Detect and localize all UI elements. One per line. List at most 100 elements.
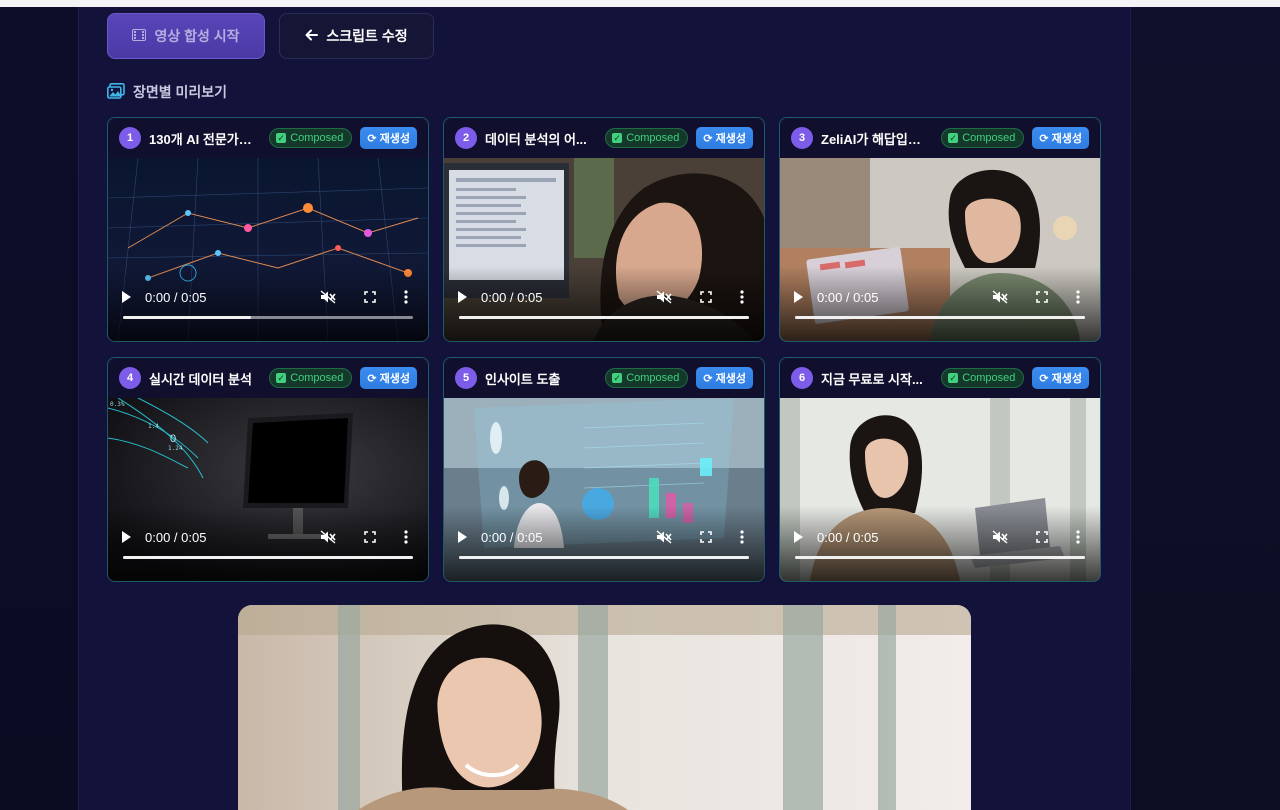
scene-card-2: 2 데이터 분석의 어... ✓ Composed ⟳ 재생성 0:00 / 0:0…: [443, 117, 765, 342]
time-display: 0:00 / 0:05: [481, 529, 543, 545]
scene-video[interactable]: 0:00 / 0:05: [444, 158, 764, 341]
more-vertical-icon[interactable]: [740, 290, 744, 304]
check-square-icon: ✓: [948, 373, 959, 383]
time-display: 0:00 / 0:05: [145, 529, 207, 545]
scene-card-1: 1 130개 AI 전문가, ... ✓ Composed ⟳ 재생성 0:00 /…: [107, 117, 429, 342]
play-icon[interactable]: [122, 531, 131, 543]
fullscreen-icon[interactable]: [700, 291, 712, 303]
status-text: Composed: [290, 132, 344, 144]
scene-video[interactable]: 0:00 / 0:05: [780, 398, 1100, 581]
fullscreen-icon[interactable]: [364, 531, 376, 543]
video-controls: 0:00 / 0:05: [780, 283, 1100, 311]
volume-mute-icon[interactable]: [656, 530, 672, 544]
progress-fill: [795, 556, 1085, 559]
right-margin: [1131, 7, 1280, 810]
regenerate-button[interactable]: ⟳ 재생성: [696, 367, 753, 389]
images-icon: [107, 82, 125, 102]
edit-script-button[interactable]: 스크립트 수정: [279, 13, 434, 59]
regenerate-label: 재생성: [715, 373, 746, 385]
progress-bar[interactable]: [459, 316, 749, 319]
play-icon[interactable]: [458, 531, 467, 543]
svg-text:1.24: 1.24: [168, 445, 183, 452]
check-square-icon: ✓: [276, 373, 287, 383]
scene-preview-heading: 장면별 미리보기: [107, 82, 227, 102]
volume-mute-icon[interactable]: [320, 290, 336, 304]
scene-card-4: 4 실시간 데이터 분석 ✓ Composed ⟳ 재생성 0.3% 1.4 1.24 …: [107, 357, 429, 582]
status-text: Composed: [962, 372, 1016, 384]
volume-mute-icon[interactable]: [992, 530, 1008, 544]
play-icon[interactable]: [794, 291, 803, 303]
scene-video[interactable]: 0:00 / 0:05: [780, 158, 1100, 341]
scene-title: 130개 AI 전문가, ...: [149, 131, 253, 147]
refresh-icon: ⟳: [367, 372, 377, 385]
scene-number: 5: [455, 367, 477, 389]
regenerate-button[interactable]: ⟳ 재생성: [360, 367, 417, 389]
scene-card-3: 3 ZeliAI가 해답입니다 ✓ Composed ⟳ 재생성 0:00 / 0:…: [779, 117, 1101, 342]
time-display: 0:00 / 0:05: [817, 289, 879, 305]
progress-bar[interactable]: [123, 316, 413, 319]
video-controls: 0:00 / 0:05: [108, 523, 428, 551]
final-video-thumbnail: [238, 605, 971, 810]
scene-video[interactable]: 0.3% 1.4 1.24 0 0:00 / 0:05: [108, 398, 428, 581]
fullscreen-icon[interactable]: [364, 291, 376, 303]
fullscreen-icon[interactable]: [1036, 531, 1048, 543]
fullscreen-icon[interactable]: [700, 531, 712, 543]
status-badge: ✓ Composed: [605, 128, 689, 148]
play-icon[interactable]: [794, 531, 803, 543]
scene-video[interactable]: 0:00 / 0:05: [108, 158, 428, 341]
more-vertical-icon[interactable]: [1076, 530, 1080, 544]
volume-mute-icon[interactable]: [656, 290, 672, 304]
more-vertical-icon[interactable]: [404, 530, 408, 544]
video-controls: 0:00 / 0:05: [444, 283, 764, 311]
progress-bar[interactable]: [123, 556, 413, 559]
scene-video[interactable]: 0:00 / 0:05: [444, 398, 764, 581]
scene-number: 2: [455, 127, 477, 149]
regenerate-label: 재생성: [379, 133, 410, 145]
status-badge: ✓ Composed: [605, 368, 689, 388]
more-vertical-icon[interactable]: [404, 290, 408, 304]
svg-text:0.3%: 0.3%: [110, 401, 125, 408]
arrow-left-icon: [305, 28, 319, 44]
regenerate-label: 재생성: [379, 373, 410, 385]
check-square-icon: ✓: [948, 133, 959, 143]
more-vertical-icon[interactable]: [1076, 290, 1080, 304]
progress-bar[interactable]: [795, 316, 1085, 319]
regenerate-button[interactable]: ⟳ 재생성: [1032, 127, 1089, 149]
progress-bar[interactable]: [459, 556, 749, 559]
refresh-icon: ⟳: [1039, 132, 1049, 145]
scene-number: 3: [791, 127, 813, 149]
scene-title: 데이터 분석의 어...: [485, 131, 587, 147]
status-text: Composed: [626, 372, 680, 384]
edit-script-label: 스크립트 수정: [326, 28, 408, 44]
scene-title: 실시간 데이터 분석: [149, 371, 252, 387]
play-icon[interactable]: [458, 291, 467, 303]
volume-mute-icon[interactable]: [320, 530, 336, 544]
progress-bar[interactable]: [795, 556, 1085, 559]
left-margin: [0, 7, 78, 810]
check-square-icon: ✓: [612, 373, 623, 383]
scene-title: ZeliAI가 해답입니다: [821, 131, 925, 147]
regenerate-button[interactable]: ⟳ 재생성: [1032, 367, 1089, 389]
refresh-icon: ⟳: [367, 132, 377, 145]
refresh-icon: ⟳: [703, 372, 713, 385]
regenerate-label: 재생성: [1051, 133, 1082, 145]
regenerate-button[interactable]: ⟳ 재생성: [696, 127, 753, 149]
svg-text:0: 0: [170, 433, 176, 445]
start-compose-button[interactable]: 영상 합성 시작: [107, 13, 265, 59]
refresh-icon: ⟳: [703, 132, 713, 145]
progress-fill: [459, 556, 749, 559]
regenerate-label: 재생성: [715, 133, 746, 145]
time-display: 0:00 / 0:05: [817, 529, 879, 545]
regenerate-button[interactable]: ⟳ 재생성: [360, 127, 417, 149]
fullscreen-icon[interactable]: [1036, 291, 1048, 303]
progress-fill: [459, 316, 749, 319]
final-video-preview[interactable]: [238, 605, 971, 810]
status-text: Composed: [626, 132, 680, 144]
start-compose-label: 영상 합성 시작: [154, 28, 240, 44]
video-controls: 0:00 / 0:05: [108, 283, 428, 311]
scene-number: 6: [791, 367, 813, 389]
play-icon[interactable]: [122, 291, 131, 303]
video-controls: 0:00 / 0:05: [444, 523, 764, 551]
volume-mute-icon[interactable]: [992, 290, 1008, 304]
more-vertical-icon[interactable]: [740, 530, 744, 544]
